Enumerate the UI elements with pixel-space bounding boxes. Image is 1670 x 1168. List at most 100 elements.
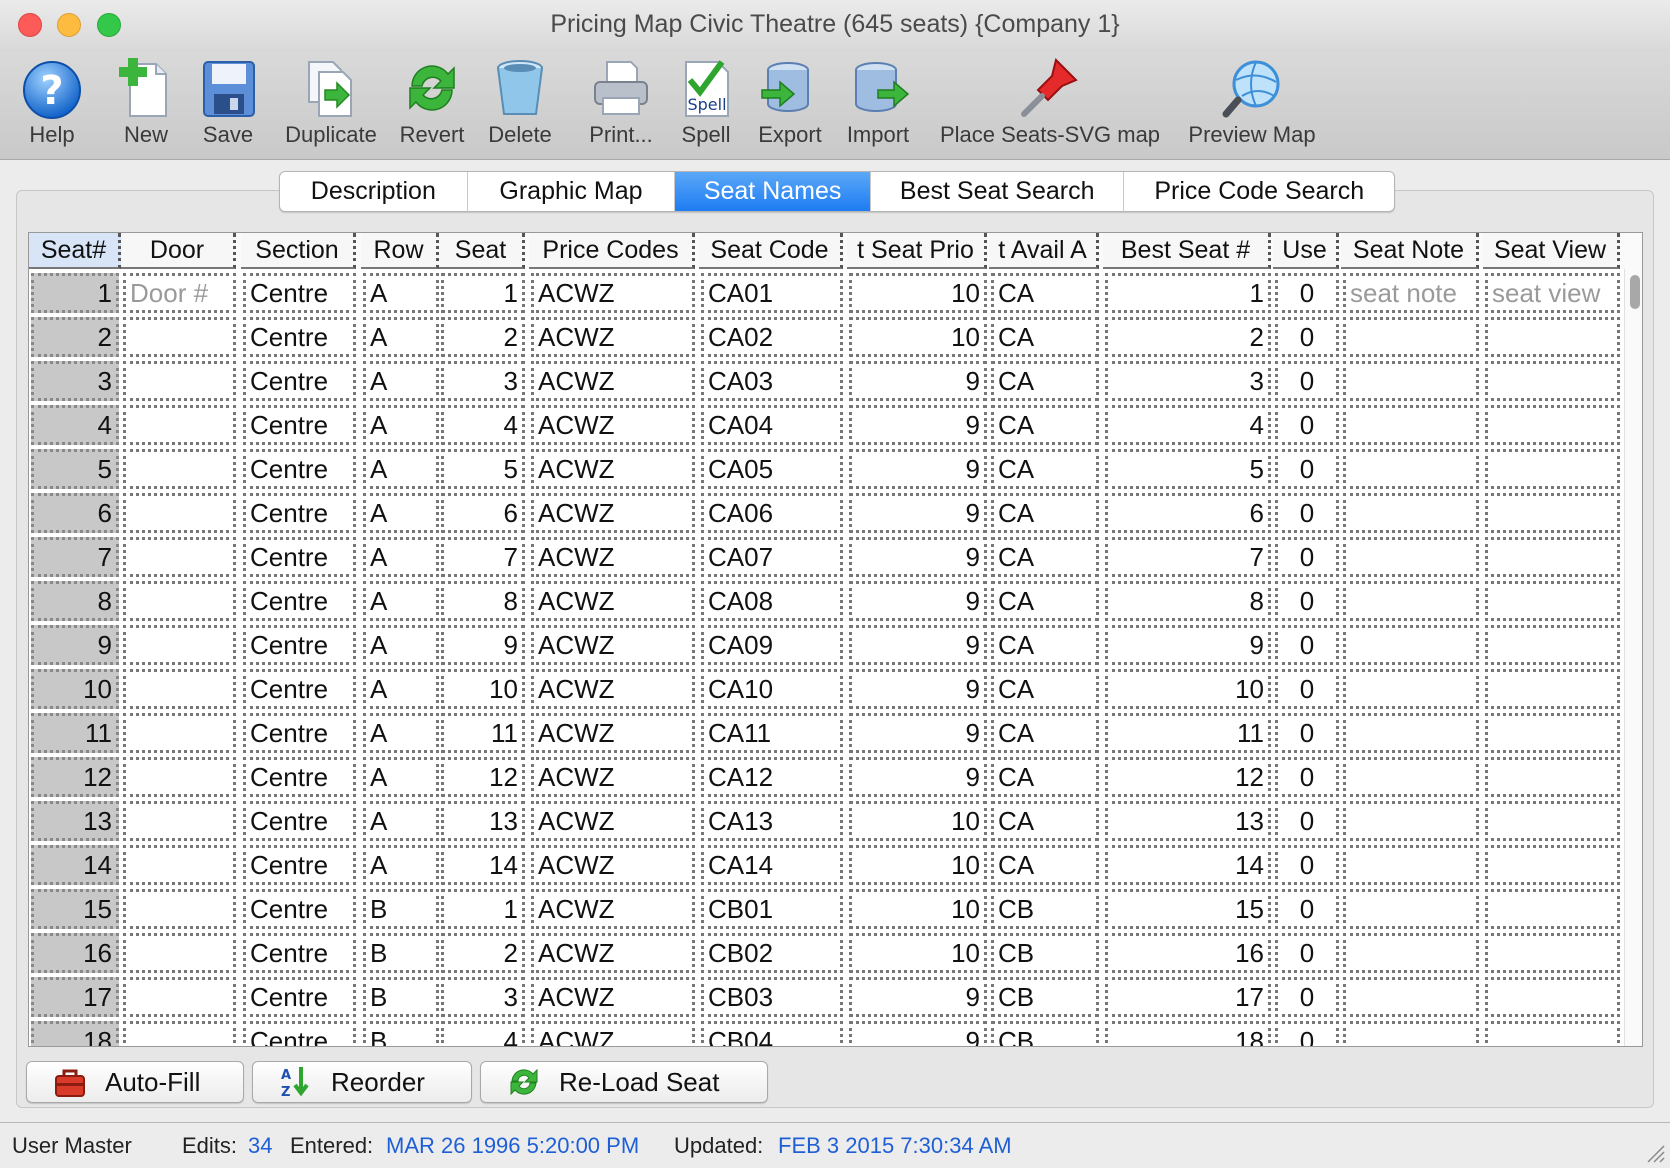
cell-seat-code[interactable]: CA02 <box>701 317 843 357</box>
reorder-button[interactable]: A Z Reorder <box>252 1061 472 1103</box>
cell-row[interactable]: A <box>363 317 439 357</box>
cell-use[interactable]: 0 <box>1275 493 1339 533</box>
cell-row[interactable]: A <box>363 449 439 489</box>
cell-price-codes[interactable]: ACWZ <box>531 449 695 489</box>
cell-seat-view[interactable] <box>1485 405 1620 445</box>
cell-use[interactable]: 0 <box>1275 669 1339 709</box>
column-header-seat[interactable]: Seat <box>439 233 525 269</box>
cell-seat-view[interactable] <box>1485 1021 1620 1046</box>
cell-row[interactable]: B <box>363 889 439 929</box>
revert-button[interactable]: Revert <box>394 52 470 160</box>
column-header-price-codes[interactable]: Price Codes <box>529 233 695 269</box>
cell-use[interactable]: 0 <box>1275 1021 1339 1046</box>
cell-price-codes[interactable]: ACWZ <box>531 625 695 665</box>
cell-seat-prio[interactable]: 9 <box>849 625 987 665</box>
cell-seat-note[interactable] <box>1343 933 1479 973</box>
preview-map-button[interactable]: Preview Map <box>1180 52 1324 160</box>
cell-section[interactable]: Centre <box>243 669 356 709</box>
cell-seat-code[interactable]: CB04 <box>701 1021 843 1046</box>
cell-door[interactable] <box>123 889 236 929</box>
cell-best-seat[interactable]: 3 <box>1105 361 1271 401</box>
cell-seat-prio[interactable]: 9 <box>849 493 987 533</box>
cell-seat-note[interactable] <box>1343 1021 1479 1046</box>
cell-seat-code[interactable]: CA03 <box>701 361 843 401</box>
table-row[interactable]: 18 Centre B 4 ACWZ CB04 9 CB 18 0 <box>29 1019 1642 1046</box>
cell-seat-code[interactable]: CA11 <box>701 713 843 753</box>
cell-best-seat[interactable]: 1 <box>1105 273 1271 313</box>
cell-seat-prio[interactable]: 10 <box>849 273 987 313</box>
duplicate-button[interactable]: Duplicate <box>276 52 386 160</box>
cell-seat-code[interactable]: CA05 <box>701 449 843 489</box>
cell-seat-code[interactable]: CA09 <box>701 625 843 665</box>
cell-seat-prio[interactable]: 9 <box>849 361 987 401</box>
tab-best-seat-search[interactable]: Best Seat Search <box>871 172 1125 211</box>
cell-section[interactable]: Centre <box>243 493 356 533</box>
cell-seat[interactable]: 12 <box>441 757 525 797</box>
help-button[interactable]: ? Help <box>14 52 90 160</box>
table-row[interactable]: 7 Centre A 7 ACWZ CA07 9 CA 7 0 <box>29 535 1642 579</box>
cell-row[interactable]: A <box>363 581 439 621</box>
cell-seat-note[interactable] <box>1343 581 1479 621</box>
table-row[interactable]: 12 Centre A 12 ACWZ CA12 9 CA 12 0 <box>29 755 1642 799</box>
cell-avail[interactable]: CA <box>991 405 1099 445</box>
cell-seat-code[interactable]: CA01 <box>701 273 843 313</box>
cell-row[interactable]: A <box>363 493 439 533</box>
table-row[interactable]: 3 Centre A 3 ACWZ CA03 9 CA 3 0 <box>29 359 1642 403</box>
cell-section[interactable]: Centre <box>243 537 356 577</box>
cell-seat[interactable]: 10 <box>441 669 525 709</box>
cell-avail[interactable]: CB <box>991 1021 1099 1046</box>
cell-seat-note[interactable] <box>1343 977 1479 1017</box>
cell-best-seat[interactable]: 8 <box>1105 581 1271 621</box>
cell-door[interactable] <box>123 537 236 577</box>
cell-section[interactable]: Centre <box>243 1021 356 1046</box>
cell-door[interactable] <box>123 757 236 797</box>
cell-avail[interactable]: CA <box>991 317 1099 357</box>
cell-door[interactable] <box>123 449 236 489</box>
cell-price-codes[interactable]: ACWZ <box>531 493 695 533</box>
cell-seat[interactable]: 1 <box>441 889 525 929</box>
cell-seat-note[interactable]: seat note <box>1343 273 1479 313</box>
cell-row[interactable]: A <box>363 801 439 841</box>
cell-seat-view[interactable] <box>1485 361 1620 401</box>
cell-best-seat[interactable]: 10 <box>1105 669 1271 709</box>
cell-seat[interactable]: 7 <box>441 537 525 577</box>
cell-row[interactable]: A <box>363 757 439 797</box>
cell-section[interactable]: Centre <box>243 273 356 313</box>
table-row[interactable]: 17 Centre B 3 ACWZ CB03 9 CB 17 0 <box>29 975 1642 1019</box>
cell-row[interactable]: A <box>363 669 439 709</box>
cell-best-seat[interactable]: 18 <box>1105 1021 1271 1046</box>
cell-seat-note[interactable] <box>1343 845 1479 885</box>
cell-price-codes[interactable]: ACWZ <box>531 669 695 709</box>
table-row[interactable]: 14 Centre A 14 ACWZ CA14 10 CA 14 0 <box>29 843 1642 887</box>
table-row[interactable]: 1 Door # Centre A 1 ACWZ CA01 10 CA 1 0 seat note se… <box>29 271 1642 315</box>
cell-seat-prio[interactable]: 10 <box>849 801 987 841</box>
cell-best-seat[interactable]: 11 <box>1105 713 1271 753</box>
column-header-seat-num[interactable]: Seat# <box>29 233 121 269</box>
cell-seat-prio[interactable]: 10 <box>849 845 987 885</box>
cell-section[interactable]: Centre <box>243 757 356 797</box>
cell-seat-note[interactable] <box>1343 317 1479 357</box>
cell-use[interactable]: 0 <box>1275 757 1339 797</box>
cell-avail[interactable]: CA <box>991 273 1099 313</box>
cell-section[interactable]: Centre <box>243 361 356 401</box>
cell-use[interactable]: 0 <box>1275 317 1339 357</box>
table-row[interactable]: 10 Centre A 10 ACWZ CA10 9 CA 10 0 <box>29 667 1642 711</box>
cell-seat[interactable]: 9 <box>441 625 525 665</box>
cell-price-codes[interactable]: ACWZ <box>531 933 695 973</box>
cell-seat-view[interactable] <box>1485 757 1620 797</box>
print-button[interactable]: Print... <box>580 52 662 160</box>
cell-section[interactable]: Centre <box>243 977 356 1017</box>
cell-seat[interactable]: 4 <box>441 405 525 445</box>
cell-seat[interactable]: 3 <box>441 977 525 1017</box>
cell-door[interactable] <box>123 845 236 885</box>
cell-section[interactable]: Centre <box>243 405 356 445</box>
cell-avail[interactable]: CA <box>991 361 1099 401</box>
cell-seat-note[interactable] <box>1343 889 1479 929</box>
cell-door[interactable] <box>123 625 236 665</box>
cell-price-codes[interactable]: ACWZ <box>531 405 695 445</box>
cell-seat-note[interactable] <box>1343 493 1479 533</box>
cell-seat-prio[interactable]: 9 <box>849 449 987 489</box>
cell-seat-note[interactable] <box>1343 669 1479 709</box>
cell-row[interactable]: A <box>363 713 439 753</box>
cell-price-codes[interactable]: ACWZ <box>531 801 695 841</box>
